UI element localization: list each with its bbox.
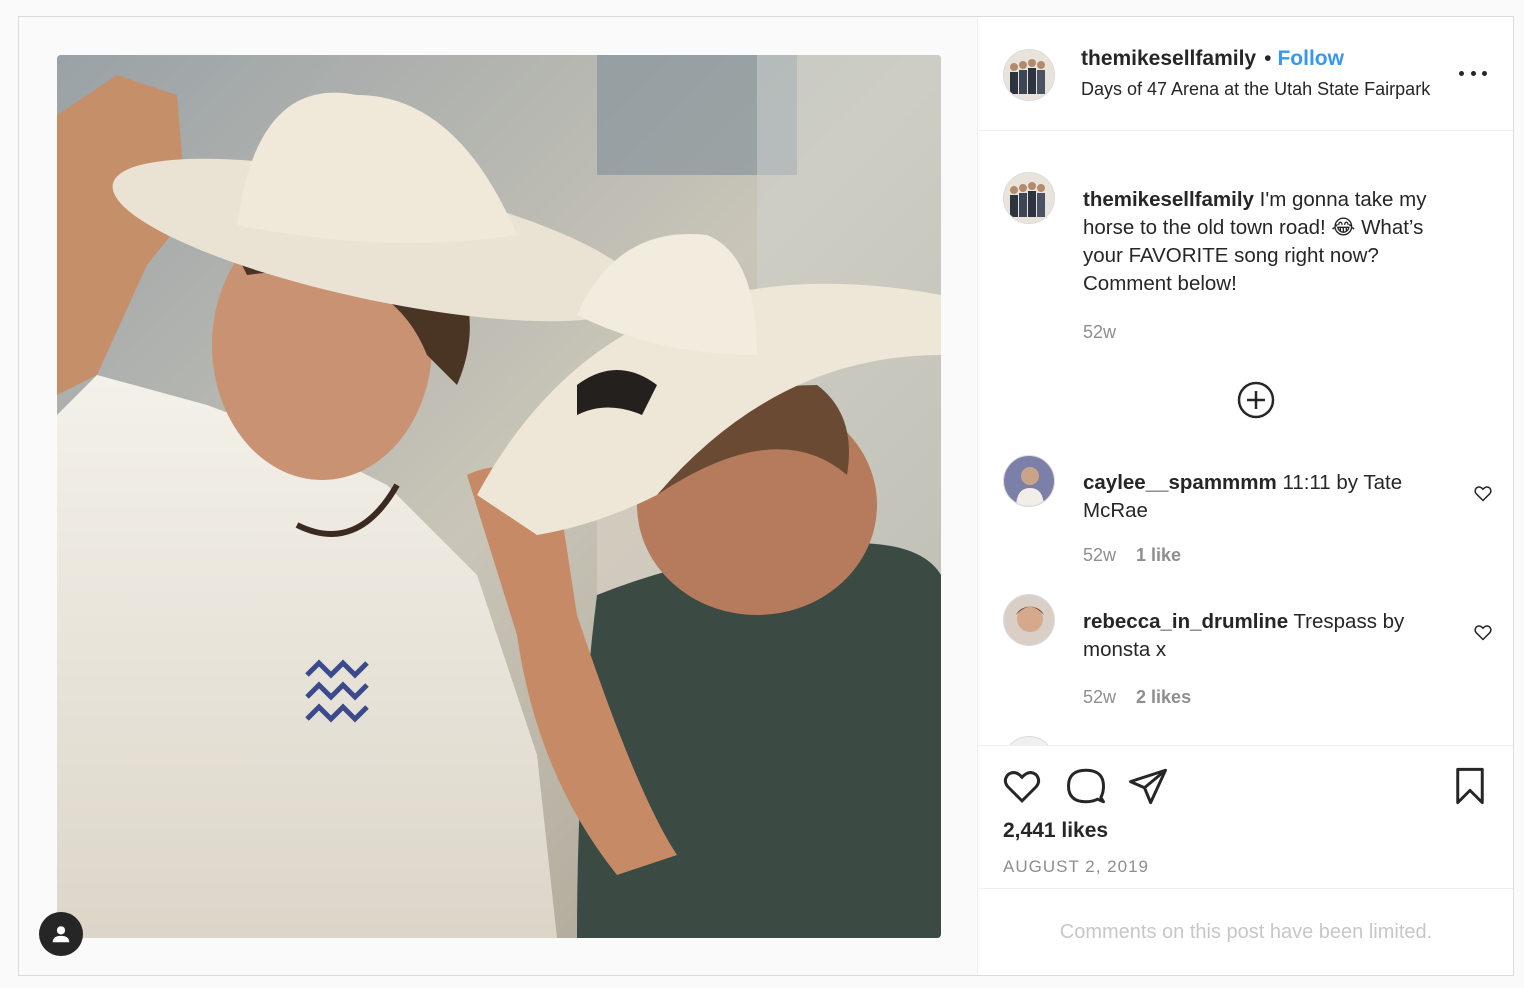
commenter-avatar[interactable] (1003, 736, 1055, 745)
header-separator: • (1264, 47, 1272, 70)
caption-time[interactable]: 52w (1083, 322, 1116, 343)
media-panel (19, 17, 978, 975)
location-link[interactable]: Days of 47 Arena at the Utah State Fairp… (1081, 79, 1485, 100)
heart-icon[interactable] (1473, 622, 1493, 642)
family-photo-icon (1004, 173, 1054, 223)
person-photo-icon (1004, 595, 1054, 645)
user-tag-button[interactable] (39, 912, 83, 956)
author-username[interactable]: themikesellfamily (1081, 47, 1256, 70)
person-photo-icon (1004, 456, 1054, 506)
paper-plane-icon[interactable] (1127, 765, 1169, 807)
more-options-button[interactable] (1459, 63, 1487, 83)
commenter-username[interactable]: rebecca_in_drumline (1083, 610, 1288, 633)
follow-button[interactable]: Follow (1277, 47, 1344, 70)
comment-likes[interactable]: 1 like (1136, 545, 1181, 565)
commenter-avatar[interactable] (1003, 594, 1055, 646)
commenter-username[interactable]: caylee__spammmm (1083, 471, 1277, 494)
user-tag-icon (52, 926, 70, 943)
comment-time[interactable]: 52w (1083, 687, 1116, 707)
more-horizontal-icon (1459, 70, 1464, 76)
caption-text-block: themikesellfamily I'm gonna take my hors… (1083, 186, 1463, 298)
comment-text-block: caylee__spammmm 11:11 by Tate McRae (1083, 469, 1463, 525)
comment-icon[interactable] (1065, 765, 1107, 807)
comments-list[interactable]: themikesellfamily I'm gonna take my hors… (979, 132, 1513, 746)
author-avatar[interactable] (1003, 49, 1055, 101)
comment-likes[interactable]: 2 likes (1136, 687, 1191, 707)
comment-time[interactable]: 52w (1083, 545, 1116, 565)
header-title-row: themikesellfamily • Follow (1081, 47, 1344, 71)
caption-username[interactable]: themikesellfamily (1083, 188, 1254, 211)
likes-count[interactable]: 2,441 likes (1003, 819, 1108, 843)
post-card: themikesellfamily • Follow Days of 47 Aren… (18, 16, 1514, 976)
commenter-avatar[interactable] (1003, 455, 1055, 507)
plus-circle-icon[interactable] (1237, 381, 1275, 419)
post-sidebar: themikesellfamily • Follow Days of 47 Aren… (979, 17, 1513, 975)
caption-avatar[interactable] (1003, 172, 1055, 224)
photo-illustration (57, 55, 941, 938)
post-date[interactable]: AUGUST 2, 2019 (1003, 857, 1149, 877)
comments-limited-notice: Comments on this post have been limited. (1059, 920, 1433, 943)
more-dot (1482, 70, 1487, 76)
post-photo[interactable] (57, 55, 941, 938)
comment-meta: 52w 2 likes (1083, 687, 1191, 708)
comment-text-block: rebecca_in_drumline Trespass by monsta x (1083, 608, 1463, 664)
post-header: themikesellfamily • Follow Days of 47 Aren… (979, 17, 1513, 131)
family-photo-icon (1004, 50, 1054, 100)
post-actions: 2,441 likes AUGUST 2, 2019 (979, 747, 1513, 889)
bookmark-icon[interactable] (1449, 765, 1491, 807)
heart-icon[interactable] (1473, 483, 1493, 503)
heart-icon[interactable] (1001, 765, 1043, 807)
more-dot (1470, 70, 1476, 76)
comment-meta: 52w 1 like (1083, 545, 1181, 566)
